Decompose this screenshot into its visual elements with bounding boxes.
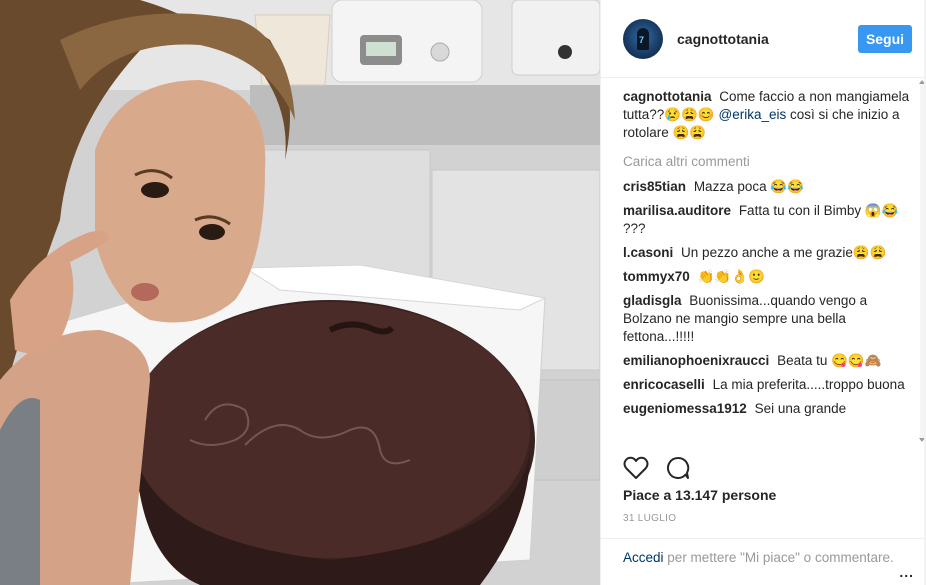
comment-item: marilisa.auditore Fatta tu con il Bimby …: [623, 202, 913, 238]
avatar-number: 7: [639, 34, 645, 45]
avatar[interactable]: 7: [623, 18, 663, 59]
instagram-post: 7 cagnottotania Segui cagnottotania Come…: [0, 0, 926, 585]
caption-username[interactable]: cagnottotania: [623, 89, 712, 104]
comment-item: gladisgla Buonissima...quando vengo a Bo…: [623, 292, 913, 346]
comment-username[interactable]: l.casoni: [623, 245, 673, 260]
comment-text: Sei una grande: [754, 401, 847, 416]
more-options-icon[interactable]: ...: [899, 564, 914, 580]
comment-username[interactable]: marilisa.auditore: [623, 203, 731, 218]
caption: cagnottotania Come faccio a non mangiame…: [623, 88, 913, 142]
comment-text: Un pezzo anche a me grazie😩😩: [681, 245, 887, 260]
login-prompt-text: per mettere "Mi piace" o commentare.: [667, 550, 894, 565]
comments-list[interactable]: cagnottotania Come faccio a non mangiame…: [623, 88, 913, 442]
post-side-panel: 7 cagnottotania Segui cagnottotania Come…: [600, 0, 926, 585]
post-actions: [623, 456, 691, 480]
comment-username[interactable]: emilianophoenixraucci: [623, 353, 769, 368]
post-header: 7 cagnottotania Segui: [601, 0, 926, 78]
comment-item: emilianophoenixraucci Beata tu 😋😋🙈: [623, 352, 913, 370]
comment-bubble-icon[interactable]: [665, 456, 691, 480]
comment-text: 👏👏👌🙂: [697, 269, 765, 284]
post-date[interactable]: 31 LUGLIO: [623, 513, 676, 524]
login-prompt: Accedi per mettere "Mi piace" o commenta…: [601, 538, 926, 567]
header-username[interactable]: cagnottotania: [677, 31, 858, 47]
comment-text: Mazza poca 😂😂: [693, 179, 804, 194]
login-link[interactable]: Accedi: [623, 550, 664, 565]
post-photo[interactable]: [0, 0, 600, 585]
photo-illustration: [0, 0, 600, 585]
comment-item: cris85tian Mazza poca 😂😂: [623, 178, 913, 196]
comment-item: eugeniomessa1912 Sei una grande: [623, 400, 913, 418]
comment-username[interactable]: enricocaselli: [623, 377, 705, 392]
comment-item: enricocaselli La mia preferita.....tropp…: [623, 376, 913, 394]
comment-text: Beata tu 😋😋🙈: [777, 353, 882, 368]
likes-count[interactable]: Piace a 13.147 persone: [623, 487, 776, 503]
comment-username[interactable]: cris85tian: [623, 179, 686, 194]
follow-button[interactable]: Segui: [858, 24, 912, 53]
heart-icon[interactable]: [623, 456, 649, 480]
comment-username[interactable]: tommyx70: [623, 269, 690, 284]
comment-username[interactable]: eugeniomessa1912: [623, 401, 747, 416]
comment-username[interactable]: gladisgla: [623, 293, 682, 308]
comment-text: La mia preferita.....troppo buona: [712, 377, 905, 392]
load-more-comments-link[interactable]: Carica altri commenti: [623, 153, 913, 171]
caption-mention[interactable]: @erika_eis: [718, 107, 786, 122]
comment-item: l.casoni Un pezzo anche a me grazie😩😩: [623, 244, 913, 262]
comment-item: tommyx70 👏👏👌🙂: [623, 268, 913, 286]
